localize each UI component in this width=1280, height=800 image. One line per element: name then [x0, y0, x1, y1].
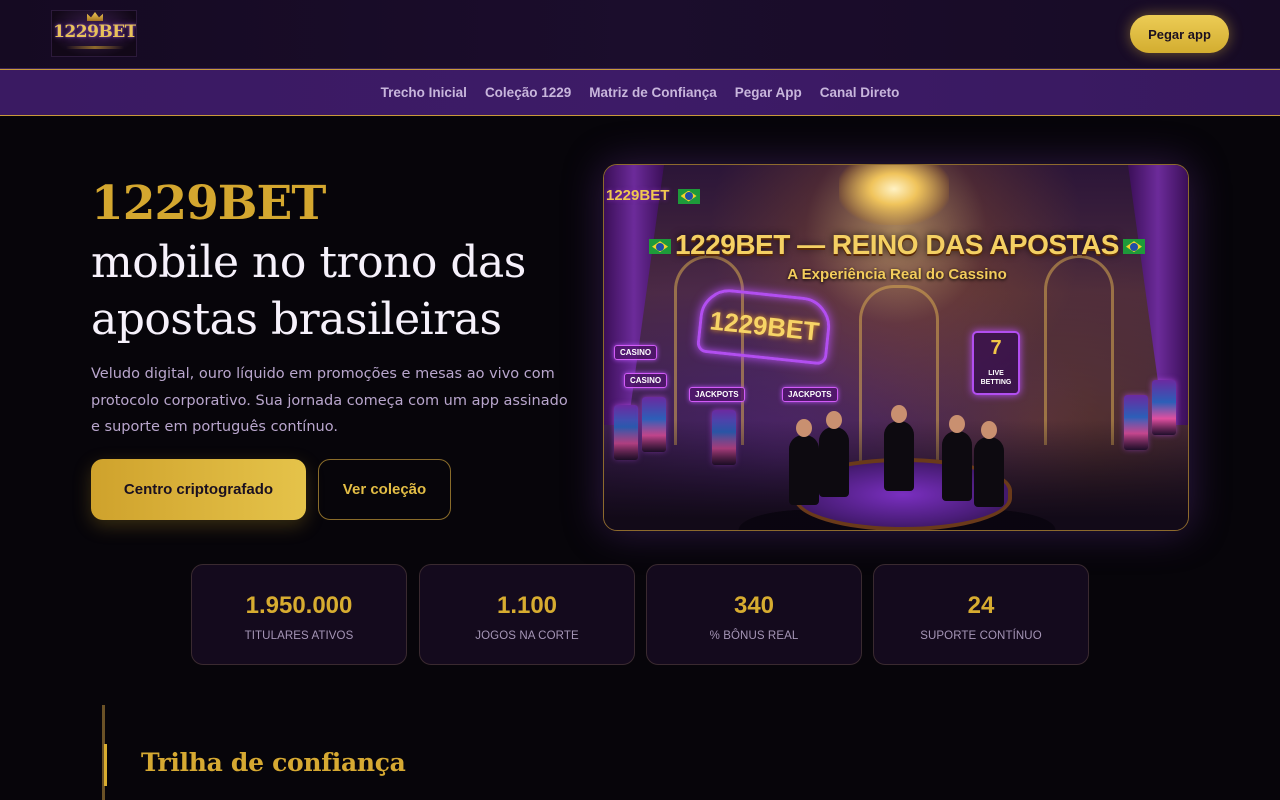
person-figure	[819, 411, 849, 497]
neon-sign: 1229BET	[695, 286, 834, 366]
nav-link-canal-direto[interactable]: Canal Direto	[820, 85, 900, 100]
casino-tag: CASINO	[624, 373, 668, 388]
jackpots-tag: JACKPOTS	[782, 387, 838, 402]
stat-value: 1.100	[496, 592, 558, 619]
stat-label: % BÔNUS REAL	[709, 630, 799, 642]
person-figure	[789, 419, 819, 505]
top-header: 1229BET Pegar app	[0, 0, 1280, 69]
brazil-flag-icon	[677, 188, 700, 204]
get-app-button[interactable]: Pegar app	[1130, 15, 1229, 53]
image-mini-logo-text: 1229BET	[606, 187, 670, 204]
stat-label: JOGOS NA CORTE	[475, 630, 579, 642]
image-headline: 1229BET — REINO DAS APOSTAS	[604, 229, 1188, 261]
arch	[1044, 255, 1114, 445]
brazil-flag-icon	[1122, 239, 1145, 255]
person-figure	[884, 405, 914, 491]
nav-links: Trecho Inicial Coleção 1229 Matriz de Co…	[0, 70, 1280, 115]
person-figure	[942, 415, 972, 501]
stat-label: TITULARES ATIVOS	[244, 630, 354, 642]
hero-description: Veludo digital, ouro líquido em promoçõe…	[91, 366, 568, 435]
casino-tag: CASINO	[614, 345, 658, 360]
image-headline-text: 1229BET — REINO DAS APOSTAS	[675, 229, 1119, 260]
main-nav: Trecho Inicial Coleção 1229 Matriz de Co…	[0, 69, 1280, 116]
live-betting-sign: 7 LIVE BETTING	[972, 331, 1020, 395]
logo-ornament	[66, 46, 124, 49]
image-subline: A Experiência Real do Cassino	[787, 266, 1007, 283]
stat-value: 1.950.000	[245, 592, 353, 619]
stat-label: SUPORTE CONTÍNUO	[920, 630, 1042, 642]
brazil-flag-icon	[649, 239, 672, 255]
stat-card-support: 24 SUPORTE CONTÍNUO	[873, 564, 1089, 665]
stat-card-holders: 1.950.000 TITULARES ATIVOS	[191, 564, 407, 665]
hero-casino-image: 1229BET 1229BET — REINO DAS APOSTAS A Ex…	[603, 164, 1189, 531]
encrypted-center-button[interactable]: Centro criptografado	[91, 459, 306, 520]
logo-text: 1229BET	[53, 22, 137, 42]
view-collection-button[interactable]: Ver coleção	[318, 459, 451, 520]
person-figure	[974, 421, 1004, 507]
nav-link-pegar-app[interactable]: Pegar App	[735, 85, 802, 100]
brand-logo[interactable]: 1229BET	[51, 10, 137, 57]
stat-card-games: 1.100 JOGOS NA CORTE	[419, 564, 635, 665]
hero-title: mobile no trono das apostas brasileiras	[91, 237, 526, 345]
image-mini-logo: 1229BET	[606, 187, 704, 204]
live-betting-text: LIVE BETTING	[980, 370, 1012, 386]
crown-icon	[87, 12, 103, 21]
hero-brand: 1229BET	[91, 176, 326, 231]
section-accent-bar	[104, 744, 107, 786]
slot-seven-icon: 7	[990, 337, 1002, 359]
nav-link-trecho-inicial[interactable]: Trecho Inicial	[381, 85, 467, 100]
stat-value: 24	[967, 592, 995, 619]
stat-value: 340	[733, 592, 775, 619]
jackpots-tag: JACKPOTS	[689, 387, 745, 402]
chandelier-icon	[839, 165, 949, 225]
stat-card-bonus: 340 % BÔNUS REAL	[646, 564, 862, 665]
nav-link-colecao[interactable]: Coleção 1229	[485, 85, 571, 100]
section-title: Trilha de confiança	[141, 748, 406, 777]
nav-link-matriz-confianca[interactable]: Matriz de Confiança	[589, 85, 717, 100]
